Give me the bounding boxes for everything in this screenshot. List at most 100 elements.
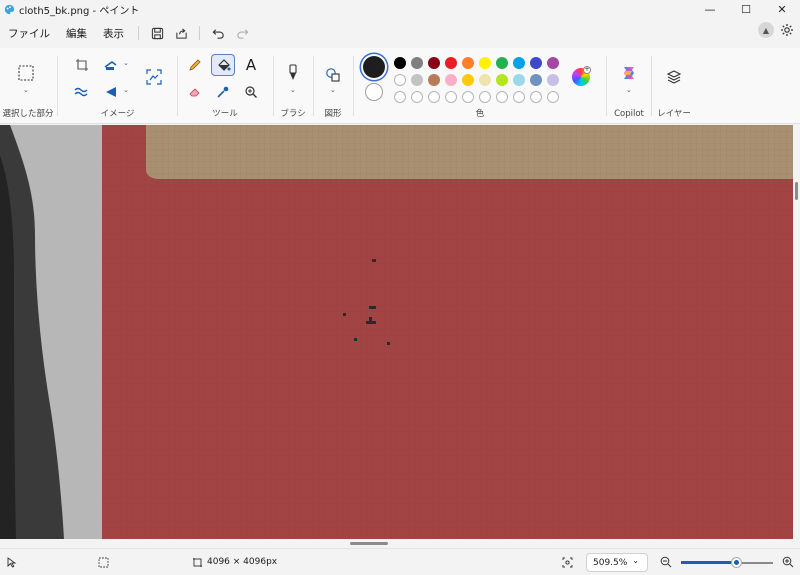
palette-color-swatch[interactable] [411, 74, 423, 86]
copilot-icon[interactable] [617, 62, 641, 84]
edit-colors-rainbow-icon[interactable]: + [572, 66, 591, 86]
resize-icon[interactable] [100, 54, 124, 76]
shapes-icon[interactable] [321, 64, 345, 86]
ribbon-divider [606, 56, 607, 116]
image-group: ⌄ ⌄ イメージ [60, 50, 175, 122]
remove-background-icon[interactable] [142, 66, 166, 88]
palette-color-swatch[interactable] [479, 74, 491, 86]
image-size-text: 4096 × 4096px [207, 557, 278, 567]
palette-color-swatch[interactable] [428, 74, 440, 86]
palette-color-swatch[interactable] [462, 57, 474, 69]
palette-color-swatch[interactable] [394, 57, 406, 69]
palette-color-swatch[interactable] [513, 74, 525, 86]
window-title: cloth5_bk.png - ペイント [19, 5, 140, 17]
custom-color-slot[interactable] [513, 91, 525, 103]
ribbon-divider [177, 56, 178, 116]
save-icon[interactable] [145, 22, 169, 44]
brush-icon[interactable] [281, 62, 305, 84]
brushes-group: ⌄ ブラシ [276, 50, 310, 122]
account-icon[interactable]: ▲ [758, 22, 774, 38]
layers-group: レイヤー [654, 50, 694, 122]
palette-color-swatch[interactable] [547, 74, 559, 86]
canvas-image[interactable] [0, 125, 793, 539]
custom-color-slot[interactable] [496, 91, 508, 103]
palette-color-swatch[interactable] [428, 57, 440, 69]
drawing-canvas[interactable] [0, 125, 793, 539]
close-button[interactable]: ✕ [764, 0, 800, 18]
share-icon[interactable] [169, 22, 193, 44]
zoom-slider-thumb[interactable] [732, 558, 741, 567]
palette-color-swatch[interactable] [445, 74, 457, 86]
custom-color-slot[interactable] [445, 91, 457, 103]
color-picker-icon[interactable] [211, 81, 235, 103]
secondary-color-swatch[interactable] [365, 83, 383, 101]
custom-color-slot[interactable] [530, 91, 542, 103]
copilot-chevron-icon[interactable]: ⌄ [626, 86, 632, 94]
magnifier-icon[interactable] [239, 81, 263, 103]
horizontal-scrollbar-thumb[interactable] [350, 542, 388, 545]
zoom-in-icon[interactable] [782, 556, 794, 568]
shapes-group: ⌄ 図形 [316, 50, 350, 122]
menu-edit[interactable]: 編集 [58, 22, 95, 44]
palette-color-swatch[interactable] [530, 74, 542, 86]
vertical-scrollbar[interactable] [793, 125, 800, 539]
horizontal-scrollbar[interactable] [0, 539, 800, 547]
primary-color-swatch[interactable] [363, 56, 385, 78]
rotate-chevron-icon[interactable]: ⌄ [123, 86, 129, 94]
undo-icon[interactable] [206, 22, 230, 44]
pencil-icon[interactable] [183, 54, 207, 76]
custom-color-slot[interactable] [479, 91, 491, 103]
palette-color-swatch[interactable] [513, 57, 525, 69]
ribbon-toolbar: ⌄ 選択した部分 ⌄ ⌄ イメージ A ツール ⌄ ブラシ ⌄ 図形 + 色 ⌄… [0, 48, 800, 124]
fill-bucket-icon[interactable] [211, 54, 235, 76]
shapes-chevron-icon[interactable]: ⌄ [330, 86, 336, 94]
ribbon-divider [313, 56, 314, 116]
ribbon-divider [353, 56, 354, 116]
zoom-chevron-icon[interactable]: ⌄ [632, 556, 639, 565]
menu-view[interactable]: 表示 [95, 22, 132, 44]
settings-gear-icon[interactable] [780, 23, 794, 37]
zoom-select[interactable]: 509.5% ⌄ [586, 553, 648, 572]
selection-dropdown-chevron-icon[interactable]: ⌄ [23, 86, 29, 94]
image-effects-icon[interactable] [70, 81, 94, 103]
menu-file[interactable]: ファイル [0, 22, 58, 44]
status-bar: 4096 × 4096px 509.5% ⌄ [0, 548, 800, 575]
flip-rotate-icon[interactable] [100, 81, 124, 103]
crop-icon[interactable] [70, 54, 94, 76]
palette-color-swatch[interactable] [496, 74, 508, 86]
zoom-value: 509.5% [593, 557, 628, 568]
minimize-button[interactable]: — [692, 0, 728, 18]
palette-color-swatch[interactable] [479, 57, 491, 69]
resize-chevron-icon[interactable]: ⌄ [123, 59, 129, 67]
custom-color-slot[interactable] [547, 91, 559, 103]
zoom-out-icon[interactable] [660, 556, 672, 568]
custom-color-slot[interactable] [428, 91, 440, 103]
layers-icon[interactable] [662, 66, 686, 88]
brushes-group-label: ブラシ [280, 109, 306, 119]
brush-chevron-icon[interactable]: ⌄ [290, 86, 296, 94]
palette-color-swatch[interactable] [411, 57, 423, 69]
fit-to-window-icon[interactable] [562, 557, 573, 568]
ribbon-divider [57, 56, 58, 116]
colors-group-label: 色 [475, 109, 485, 119]
palette-color-swatch[interactable] [547, 57, 559, 69]
custom-color-slot[interactable] [394, 91, 406, 103]
pointer-position-icon [7, 557, 17, 568]
ribbon-divider [273, 56, 274, 116]
colors-group: + 色 [356, 50, 604, 122]
palette-color-swatch[interactable] [496, 57, 508, 69]
selection-group: ⌄ 選択した部分 [0, 50, 56, 122]
tools-group: A ツール [180, 50, 270, 122]
selection-rectangle-icon[interactable] [14, 62, 38, 84]
maximize-button[interactable]: ☐ [728, 0, 764, 18]
palette-color-swatch[interactable] [530, 57, 542, 69]
palette-color-swatch[interactable] [462, 74, 474, 86]
custom-color-slot[interactable] [411, 91, 423, 103]
palette-color-swatch[interactable] [394, 74, 406, 86]
redo-icon[interactable] [230, 22, 254, 44]
vertical-scrollbar-thumb[interactable] [795, 182, 798, 200]
text-tool-icon[interactable]: A [239, 54, 263, 76]
palette-color-swatch[interactable] [445, 57, 457, 69]
custom-color-slot[interactable] [462, 91, 474, 103]
eraser-icon[interactable] [183, 81, 207, 103]
